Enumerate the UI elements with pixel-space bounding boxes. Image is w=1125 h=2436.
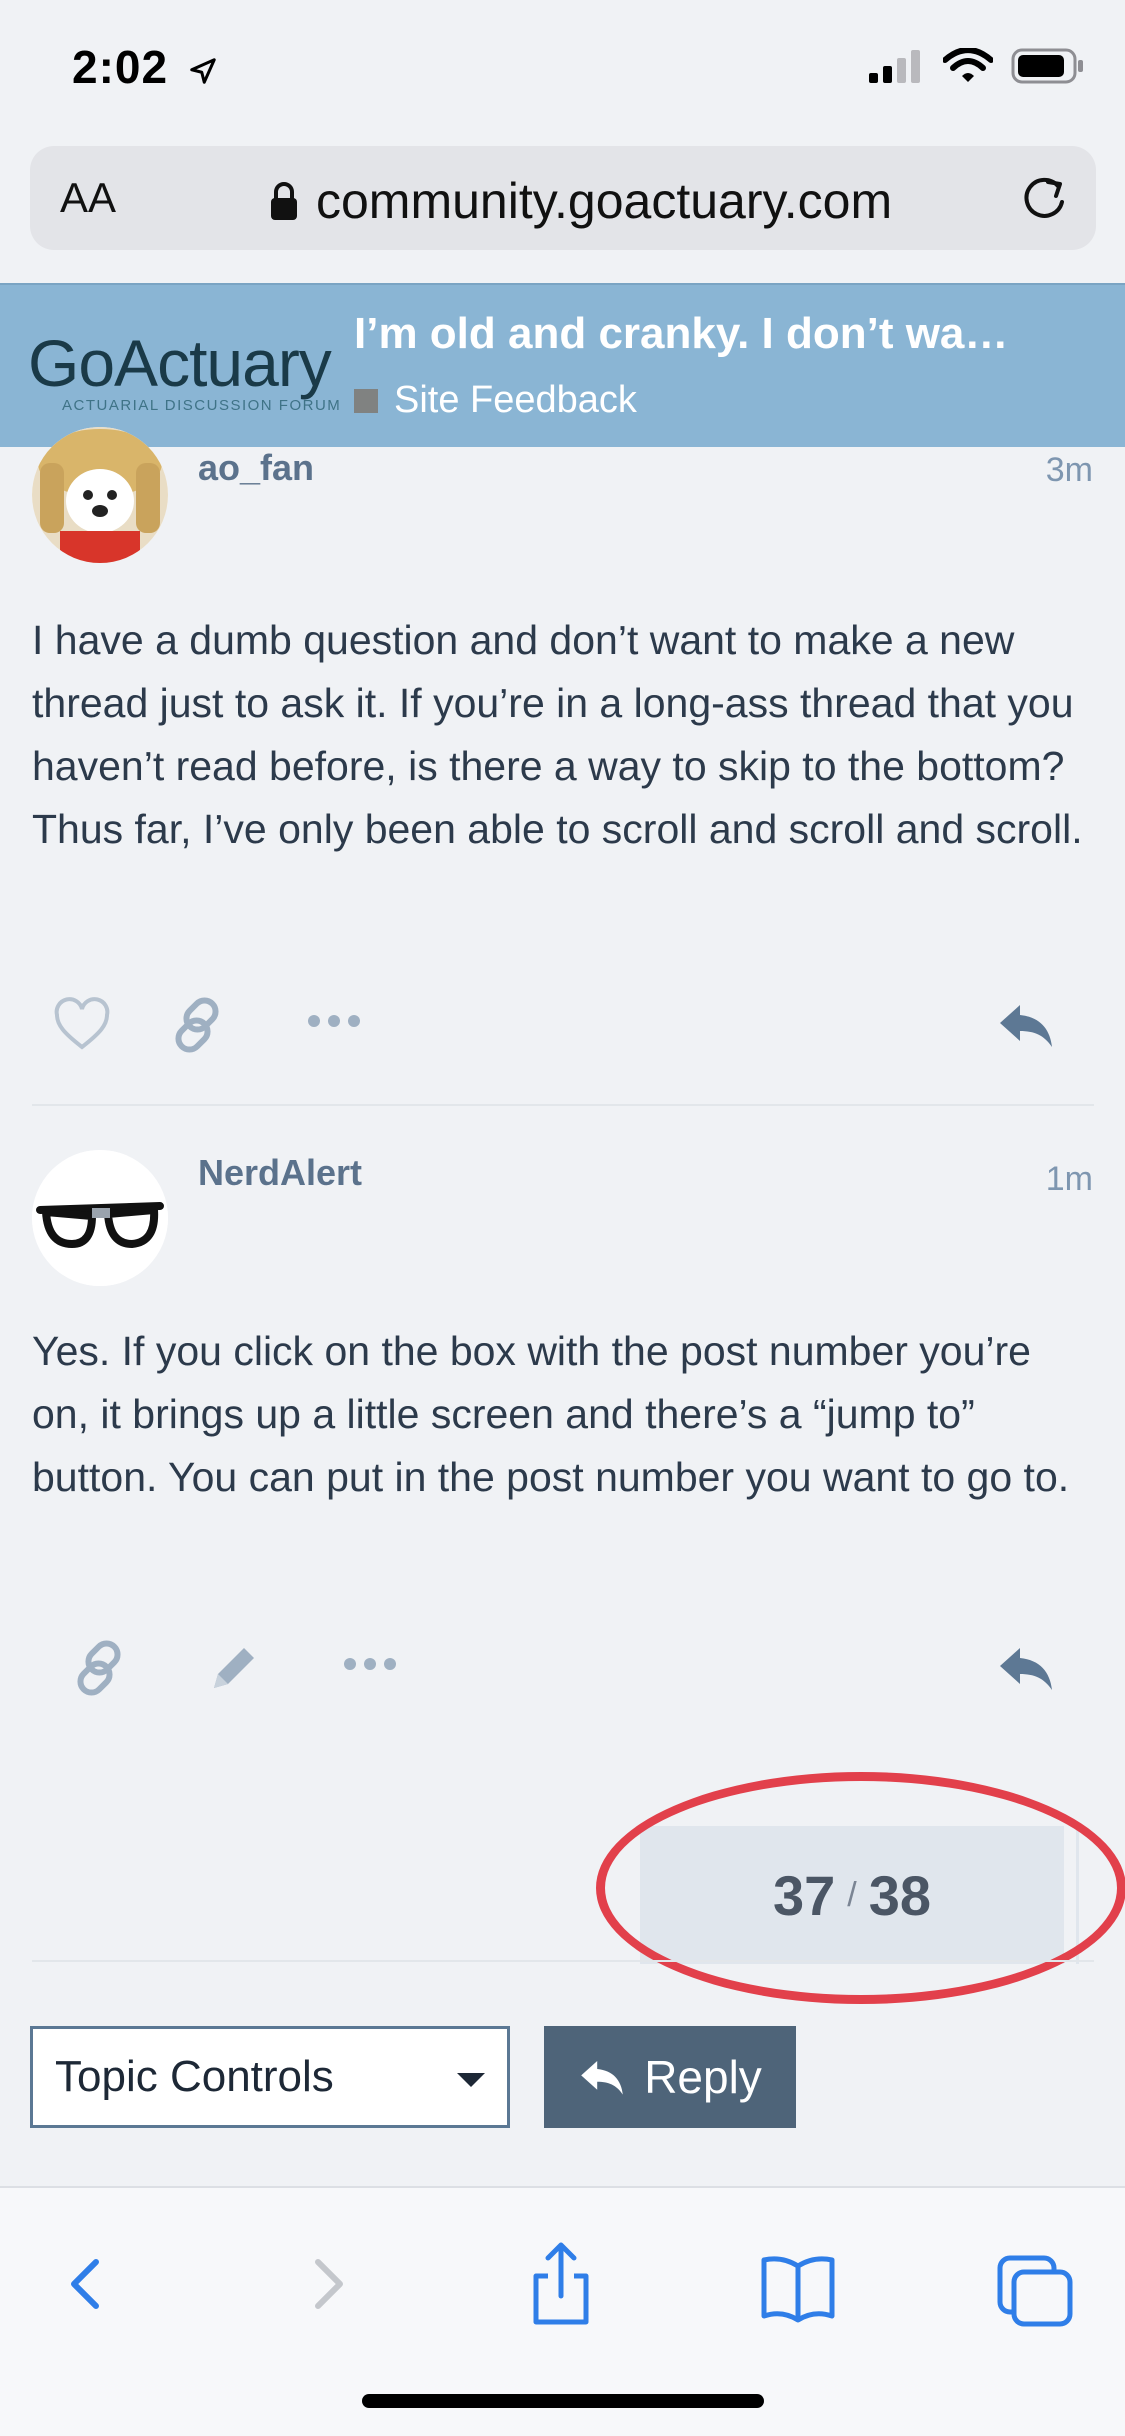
tabs-button[interactable] bbox=[996, 2238, 1076, 2333]
reload-icon bbox=[1024, 177, 1064, 218]
post-divider bbox=[32, 1960, 1094, 1962]
more-actions-button[interactable] bbox=[342, 1652, 398, 1681]
bookmarks-button[interactable] bbox=[758, 2238, 838, 2333]
topic-category[interactable]: Site Feedback bbox=[354, 379, 637, 422]
pencil-icon bbox=[214, 1648, 254, 1688]
post-actions bbox=[0, 987, 1125, 1067]
url-text: community.goactuary.com bbox=[316, 173, 893, 229]
caret-down-icon bbox=[457, 2073, 485, 2087]
copy-link-button[interactable] bbox=[70, 1638, 130, 1703]
text-size-button[interactable]: AA bbox=[60, 174, 116, 222]
copy-link-button[interactable] bbox=[168, 995, 228, 1060]
home-indicator[interactable] bbox=[362, 2394, 764, 2408]
reply-icon bbox=[1000, 1648, 1052, 1690]
text-size-label: AA bbox=[60, 174, 117, 221]
battery-icon bbox=[1011, 48, 1083, 84]
avatar[interactable] bbox=[32, 427, 168, 563]
bookmarks-icon bbox=[761, 2256, 835, 2323]
location-arrow-icon bbox=[190, 58, 216, 84]
logo-wordmark: GoActuary bbox=[28, 326, 332, 400]
reply-to-post-button[interactable] bbox=[996, 1638, 1056, 1703]
share-icon bbox=[533, 2242, 589, 2325]
avatar[interactable] bbox=[32, 1150, 168, 1286]
reply-label: Reply bbox=[644, 2051, 762, 2103]
tabs-icon bbox=[997, 2255, 1073, 2327]
status-time: 2:02 bbox=[72, 40, 218, 94]
reply-icon bbox=[581, 2061, 623, 2095]
status-bar: 2:02 bbox=[0, 0, 1125, 140]
glasses-avatar-icon bbox=[32, 1150, 168, 1286]
status-icons bbox=[869, 48, 1085, 84]
site-header: GoActuary ACTUARIAL DISCUSSION FORUM I’m… bbox=[0, 283, 1125, 447]
reply-icon bbox=[1000, 1005, 1052, 1047]
forward-button[interactable] bbox=[304, 2238, 354, 2333]
logo-tagline: ACTUARIAL DISCUSSION FORUM bbox=[62, 397, 342, 414]
link-icon bbox=[175, 997, 219, 1053]
post-body: I have a dumb question and don’t want to… bbox=[32, 617, 1083, 852]
more-icon bbox=[344, 1658, 396, 1670]
cellular-signal-icon bbox=[869, 50, 920, 83]
more-icon bbox=[308, 1015, 360, 1027]
topic-controls-label: Topic Controls bbox=[55, 2052, 334, 2101]
category-badge-icon bbox=[354, 388, 378, 413]
topic-title[interactable]: I’m old and cranky. I don’t wa… bbox=[354, 309, 1074, 359]
heart-icon bbox=[54, 997, 110, 1050]
highlight-annotation-circle bbox=[596, 1772, 1125, 2004]
username[interactable]: ao_fan bbox=[198, 447, 314, 489]
back-icon bbox=[71, 2259, 99, 2309]
reply-to-post-button[interactable] bbox=[996, 995, 1056, 1060]
topic-controls-select[interactable]: Topic Controls bbox=[30, 2026, 510, 2128]
post-divider bbox=[32, 1104, 1094, 1106]
back-button[interactable] bbox=[60, 2238, 110, 2333]
time-text: 2:02 bbox=[72, 41, 169, 93]
wifi-icon bbox=[943, 48, 993, 82]
url-bar[interactable]: AA community.goactuary.com bbox=[30, 146, 1096, 250]
category-name: Site Feedback bbox=[394, 379, 637, 421]
post: ao_fan 3m I have a dumb question and don… bbox=[0, 427, 1125, 1107]
post-body: Yes. If you click on the box with the po… bbox=[32, 1328, 1070, 1500]
edit-post-button[interactable] bbox=[204, 1638, 264, 1703]
link-icon bbox=[77, 1640, 121, 1696]
post-actions bbox=[0, 1630, 1125, 1710]
like-button[interactable] bbox=[52, 995, 112, 1060]
more-actions-button[interactable] bbox=[306, 1009, 362, 1038]
page: 2:02 AA community.goactuary.com GoActuar… bbox=[0, 0, 1125, 2436]
post-time[interactable]: 3m bbox=[1046, 451, 1093, 490]
lock-icon bbox=[271, 182, 297, 220]
forward-icon bbox=[315, 2259, 343, 2309]
reply-button[interactable]: Reply bbox=[544, 2026, 796, 2128]
url-field[interactable]: community.goactuary.com bbox=[270, 172, 892, 230]
username[interactable]: NerdAlert bbox=[198, 1152, 362, 1194]
site-logo[interactable]: GoActuary ACTUARIAL DISCUSSION FORUM bbox=[28, 325, 341, 414]
post-time[interactable]: 1m bbox=[1046, 1160, 1093, 1199]
share-button[interactable] bbox=[526, 2238, 596, 2333]
dog-avatar-icon bbox=[32, 427, 168, 563]
reload-button[interactable] bbox=[1018, 172, 1070, 229]
post: NerdAlert 1m Yes. If you click on the bo… bbox=[0, 1150, 1125, 1750]
